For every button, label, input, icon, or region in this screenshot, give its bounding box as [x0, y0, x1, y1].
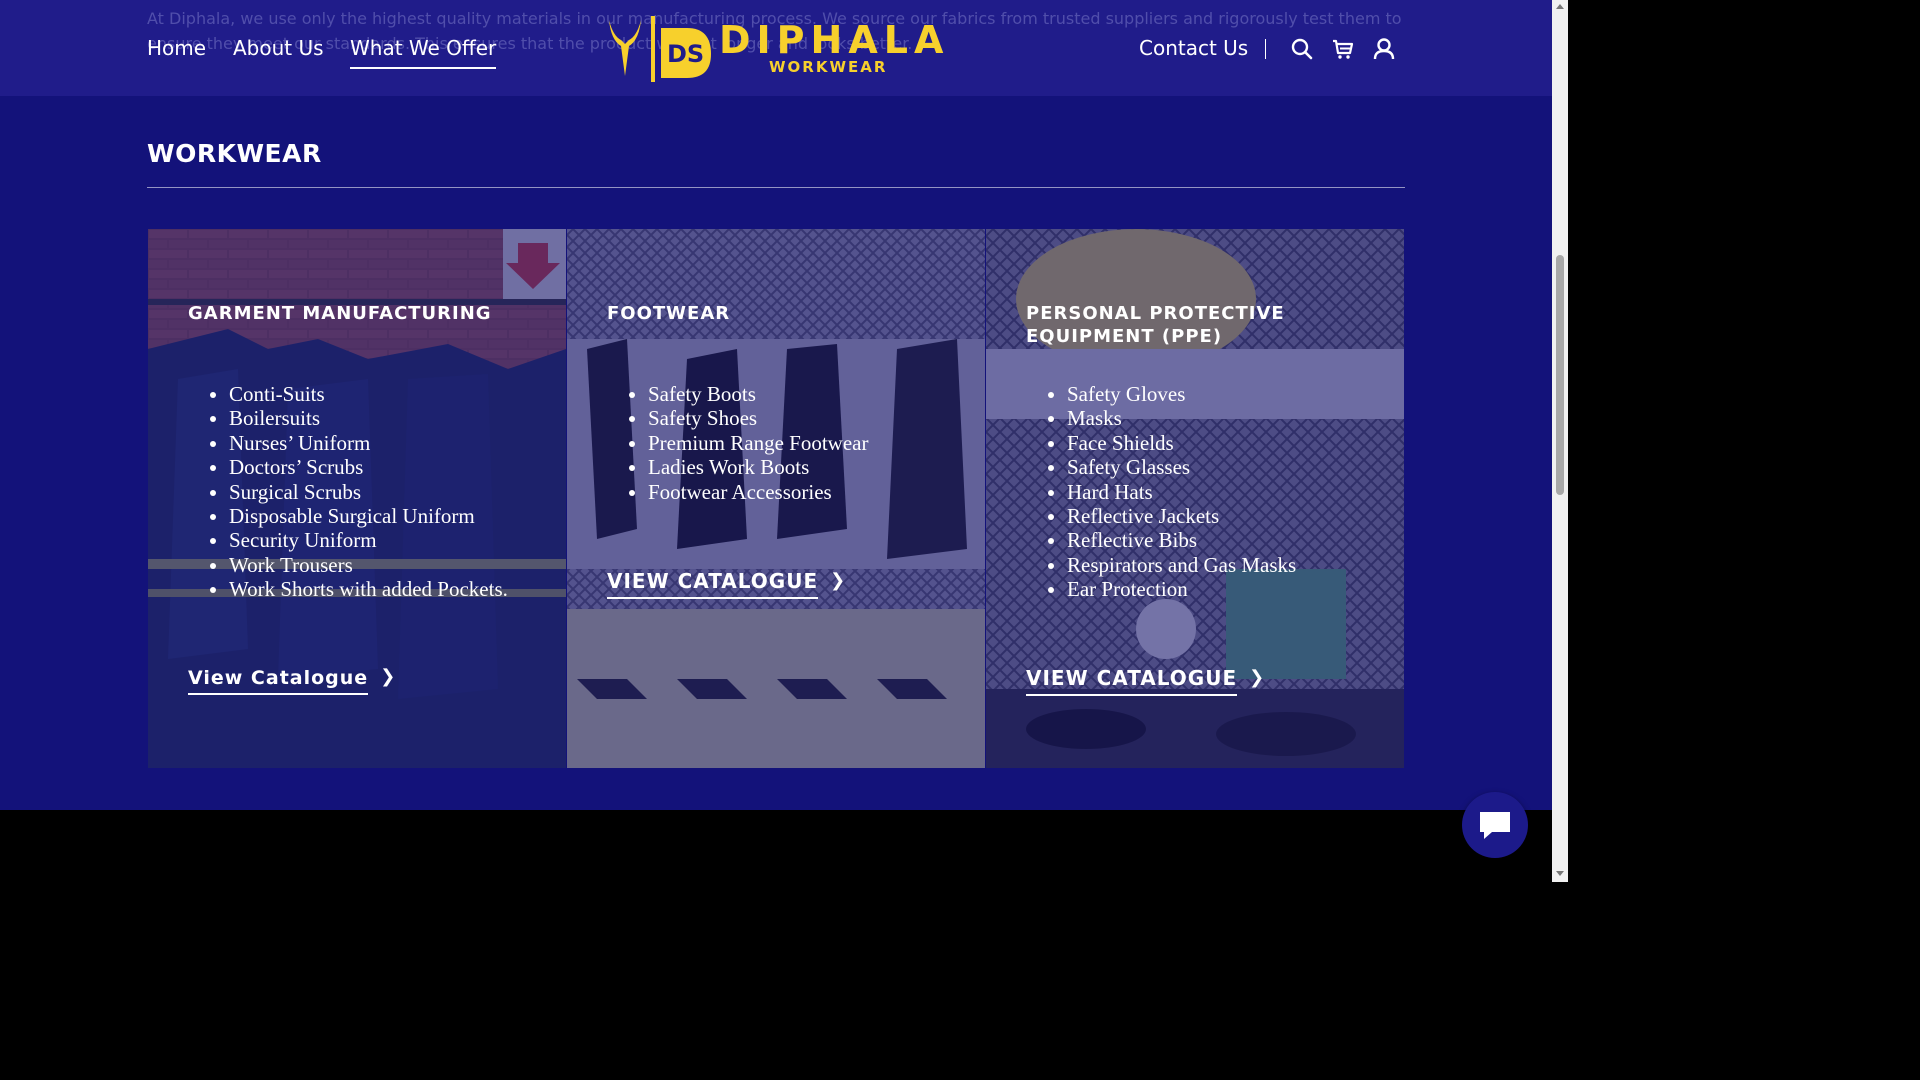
page: At Diphala, we use only the highest qual…: [0, 0, 1552, 882]
view-catalogue-link[interactable]: View Catalogue ❯: [188, 666, 396, 695]
chat-button[interactable]: [1462, 792, 1528, 858]
list-item: Boilersuits: [229, 406, 536, 430]
list-item: Safety Glasses: [1067, 455, 1374, 479]
site-header: At Diphala, we use only the highest qual…: [0, 0, 1552, 96]
list-item: Conti-Suits: [229, 382, 536, 406]
list-item: Face Shields: [1067, 431, 1374, 455]
diphala-logo[interactable]: DS DIPHALA WORKWEAR: [603, 14, 953, 84]
list-item: Ear Protection: [1067, 577, 1374, 601]
list-item: Doctors’ Scrubs: [229, 455, 536, 479]
card-title: GARMENT MANUFACTURING: [188, 303, 492, 324]
logo-sub-text: WORKWEAR: [769, 58, 888, 76]
page-scrollbar[interactable]: [1552, 0, 1568, 882]
list-item: Safety Boots: [648, 382, 955, 406]
scroll-down-arrow-icon[interactable]: [1556, 871, 1564, 876]
section-divider: [147, 187, 1405, 188]
view-catalogue-link[interactable]: VIEW CATALOGUE ❯: [607, 569, 846, 599]
card-footwear: FOOTWEAR Safety Boots Safety Shoes Premi…: [567, 229, 985, 768]
list-item: Ladies Work Boots: [648, 455, 955, 479]
view-catalogue-label: VIEW CATALOGUE: [607, 569, 819, 599]
search-icon[interactable]: [1290, 37, 1314, 61]
list-item: Safety Gloves: [1067, 382, 1374, 406]
chevron-right-icon: ❯: [830, 570, 847, 591]
card-content: GARMENT MANUFACTURING Conti-Suits Boiler…: [188, 302, 536, 602]
card-item-list: Safety Gloves Masks Face Shields Safety …: [1026, 382, 1374, 602]
list-item: Reflective Bibs: [1067, 528, 1374, 552]
section-title: WORKWEAR: [147, 139, 322, 168]
user-icon[interactable]: [1372, 37, 1396, 61]
nav-what-we-offer[interactable]: What We Offer: [350, 36, 497, 69]
chevron-right-icon: ❯: [380, 666, 397, 687]
list-item: Masks: [1067, 406, 1374, 430]
chat-bubble-icon: [1480, 812, 1510, 839]
scrollbar-thumb[interactable]: [1556, 255, 1564, 495]
nav-home[interactable]: Home: [147, 36, 206, 60]
card-title: PERSONAL PROTECTIVE EQUIPMENT (PPE): [1026, 303, 1285, 347]
card-item-list: Safety Boots Safety Shoes Premium Range …: [607, 382, 955, 504]
cart-icon[interactable]: [1331, 37, 1355, 61]
list-item: Security Uniform: [229, 528, 536, 552]
scroll-up-arrow-icon[interactable]: [1556, 4, 1564, 9]
card-title: FOOTWEAR: [607, 303, 731, 324]
nav-about-us[interactable]: About Us: [233, 36, 324, 60]
list-item: Surgical Scrubs: [229, 480, 536, 504]
list-item: Disposable Surgical Uniform: [229, 504, 536, 528]
chevron-right-icon: ❯: [1249, 667, 1266, 688]
card-garment-manufacturing: GARMENT MANUFACTURING Conti-Suits Boiler…: [148, 229, 566, 768]
nav-contact-us[interactable]: Contact Us: [1139, 36, 1248, 60]
view-catalogue-label: View Catalogue: [188, 667, 369, 695]
view-catalogue-label: VIEW CATALOGUE: [1026, 666, 1238, 696]
list-item: Work Trousers: [229, 553, 536, 577]
list-item: Respirators and Gas Masks: [1067, 553, 1374, 577]
list-item: Premium Range Footwear: [648, 431, 955, 455]
list-item: Reflective Jackets: [1067, 504, 1374, 528]
list-item: Hard Hats: [1067, 480, 1374, 504]
list-item: Work Shorts with added Pockets.: [229, 577, 536, 601]
list-item: Safety Shoes: [648, 406, 955, 430]
antelope-logo-icon: DS: [609, 16, 711, 82]
card-content: PERSONAL PROTECTIVE EQUIPMENT (PPE) Safe…: [1026, 302, 1374, 602]
list-item: Footwear Accessories: [648, 480, 955, 504]
card-item-list: Conti-Suits Boilersuits Nurses’ Uniform …: [188, 382, 536, 602]
card-ppe: PERSONAL PROTECTIVE EQUIPMENT (PPE) Safe…: [986, 229, 1404, 768]
view-catalogue-link[interactable]: VIEW CATALOGUE ❯: [1026, 666, 1265, 696]
list-item: Nurses’ Uniform: [229, 431, 536, 455]
logo-mark-text: DS: [667, 40, 704, 68]
card-content: FOOTWEAR Safety Boots Safety Shoes Premi…: [607, 302, 955, 504]
logo-brand-text: DIPHALA: [719, 18, 950, 62]
header-divider: [1265, 39, 1266, 59]
